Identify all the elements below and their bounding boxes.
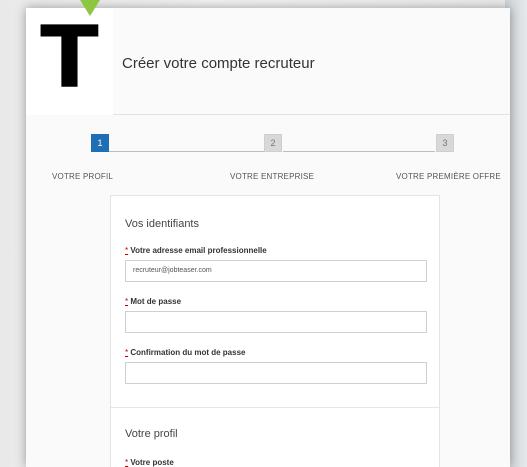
section-title-profil: Votre profil bbox=[125, 428, 178, 440]
email-label-text: Votre adresse email professionnelle bbox=[130, 246, 267, 255]
step-number: 1 bbox=[97, 138, 103, 148]
signup-window: T Créer votre compte recruteur 1 2 3 VOT… bbox=[26, 8, 510, 467]
step-1-label: VOTRE PROFIL bbox=[52, 172, 114, 181]
required-marker: * bbox=[125, 348, 129, 357]
required-marker: * bbox=[125, 458, 129, 467]
step-3-label: VOTRE PREMIÈRE OFFRE bbox=[396, 172, 501, 181]
step-connector bbox=[109, 151, 264, 152]
email-field[interactable]: recruteur@jobteaser.com bbox=[125, 260, 427, 282]
confirm-password-label: * Confirmation du mot de passe bbox=[125, 348, 245, 357]
required-marker: * bbox=[125, 246, 129, 255]
password-label: * Mot de passe bbox=[125, 297, 181, 306]
step-connector bbox=[283, 151, 435, 152]
step-1-indicator[interactable]: 1 bbox=[91, 134, 109, 152]
required-marker: * bbox=[125, 297, 129, 306]
poste-label-text: Votre poste bbox=[130, 458, 174, 467]
form-card: Vos identifiants * Votre adresse email p… bbox=[110, 195, 440, 467]
section-divider bbox=[111, 407, 439, 408]
password-field[interactable] bbox=[125, 311, 427, 333]
page-title: Créer votre compte recruteur bbox=[122, 55, 315, 72]
logo-letter: T bbox=[40, 8, 99, 108]
password-label-text: Mot de passe bbox=[130, 297, 182, 306]
confirm-password-label-text: Confirmation du mot de passe bbox=[130, 348, 246, 357]
step-number: 2 bbox=[270, 138, 276, 148]
section-title-identifiants: Vos identifiants bbox=[125, 218, 199, 230]
step-number: 3 bbox=[442, 138, 448, 148]
confirm-password-field[interactable] bbox=[125, 362, 427, 384]
step-2-label: VOTRE ENTREPRISE bbox=[230, 172, 315, 181]
step-2-indicator[interactable]: 2 bbox=[264, 134, 282, 152]
header: T Créer votre compte recruteur bbox=[26, 8, 510, 115]
pointer-arrow-icon bbox=[80, 0, 100, 16]
logo: T bbox=[26, 8, 113, 115]
email-label: * Votre adresse email professionnelle bbox=[125, 246, 267, 255]
poste-label: * Votre poste bbox=[125, 458, 174, 467]
step-3-indicator[interactable]: 3 bbox=[436, 134, 454, 152]
